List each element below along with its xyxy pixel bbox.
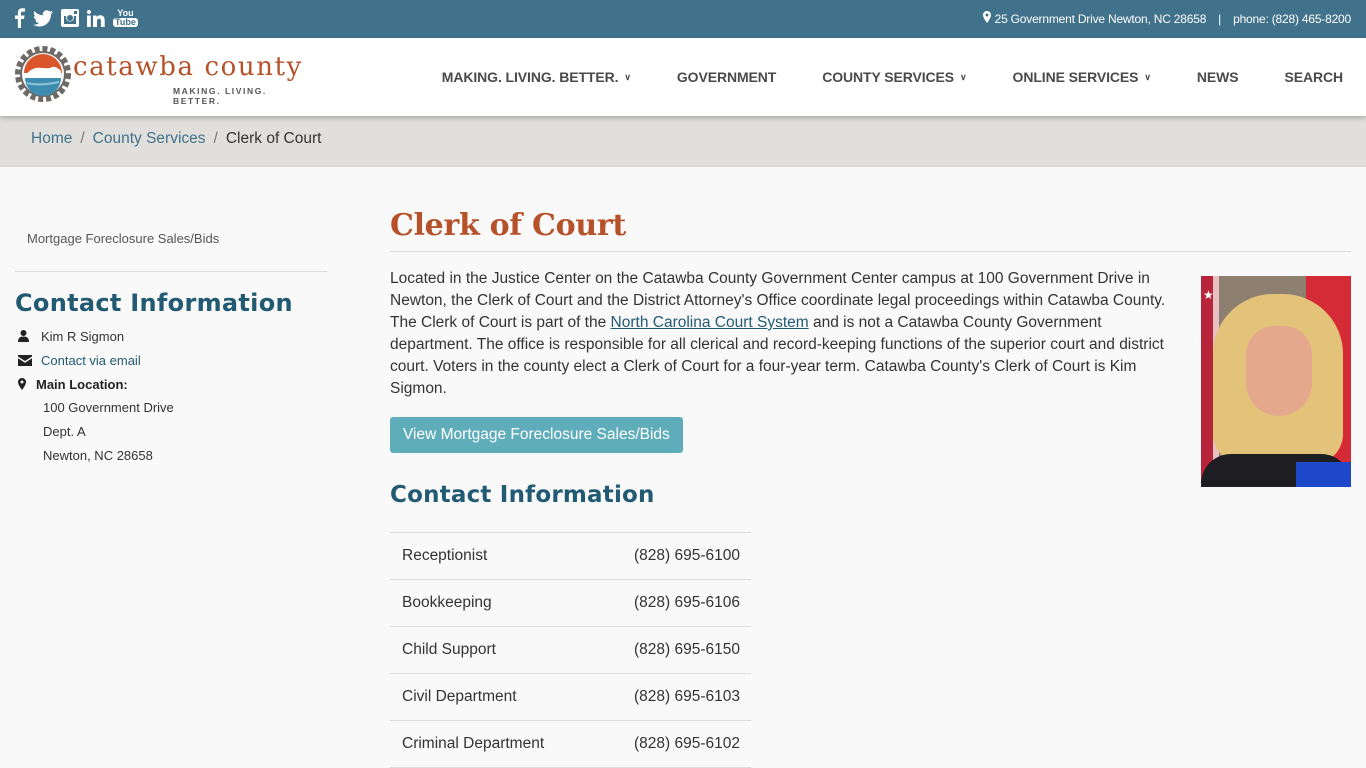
intro-paragraph: ★ Located in the Justice Center on the C… xyxy=(390,268,1351,487)
separator: | xyxy=(1218,11,1222,26)
logo-wordmark: catawba county xyxy=(73,52,303,82)
location-label: Main Location: xyxy=(36,376,128,392)
youtube-icon[interactable]: You Tube xyxy=(113,7,138,29)
dept-name: Criminal Department xyxy=(390,720,594,768)
breadcrumb-separator: / xyxy=(213,130,218,147)
nav-online-services[interactable]: ONLINE SERVICES ∨ xyxy=(990,69,1174,85)
chevron-down-icon: ∨ xyxy=(1144,71,1151,82)
main-nav: MAKING. LIVING. BETTER. ∨ GOVERNMENT COU… xyxy=(419,38,1366,116)
breadcrumb-bar: Home / County Services / Clerk of Court xyxy=(0,116,1366,167)
social-links: You Tube xyxy=(14,7,138,29)
site-logo[interactable]: catawba county MAKING. LIVING. BETTER. xyxy=(15,46,310,106)
contact-email-item: Contact via email xyxy=(15,348,327,372)
address-line: Dept. A xyxy=(43,424,86,439)
dept-phone[interactable]: (828) 695-6106 xyxy=(593,579,751,627)
facebook-icon[interactable] xyxy=(14,7,25,29)
twitter-icon[interactable] xyxy=(33,7,53,29)
linkedin-icon[interactable] xyxy=(87,7,105,29)
table-row: Civil Department (828) 695-6103 xyxy=(390,673,751,721)
table-row: Child Support (828) 695-6150 xyxy=(390,626,751,674)
breadcrumb: Home / County Services / Clerk of Court xyxy=(31,130,321,148)
dept-phone[interactable]: (828) 695-6100 xyxy=(593,532,751,580)
contact-strip: 25 Government Drive Newton, NC 28658 | p… xyxy=(982,11,1351,26)
logo-tagline: MAKING. LIVING. BETTER. xyxy=(173,86,267,106)
envelope-icon xyxy=(15,354,41,366)
dept-phone[interactable]: (828) 695-6102 xyxy=(593,720,751,768)
chevron-down-icon: ∨ xyxy=(624,71,631,82)
table-row: Criminal Department (828) 695-6102 xyxy=(390,720,751,768)
table-row: Bookkeeping (828) 695-6106 xyxy=(390,579,751,627)
address-line: Newton, NC 28658 xyxy=(43,448,153,463)
table-row: Receptionist (828) 695-6100 xyxy=(390,532,751,580)
dept-name: Civil Department xyxy=(390,673,594,721)
logo-gear-icon xyxy=(15,46,71,102)
sidebar-contact-heading: Contact Information xyxy=(15,289,293,317)
breadcrumb-home[interactable]: Home xyxy=(31,130,72,148)
sidebar-link-mortgage-foreclosure[interactable]: Mortgage Foreclosure Sales/Bids xyxy=(15,231,327,246)
view-foreclosure-sales-button[interactable]: View Mortgage Foreclosure Sales/Bids xyxy=(390,417,683,453)
page-title: Clerk of Court xyxy=(390,208,626,243)
contact-table: Receptionist (828) 695-6100 Bookkeeping … xyxy=(390,532,751,768)
contact-name: Kim R Sigmon xyxy=(41,328,125,344)
top-address: 25 Government Drive Newton, NC 28658 xyxy=(994,11,1207,26)
dept-phone[interactable]: (828) 695-6103 xyxy=(593,673,751,721)
contact-email-link[interactable]: Contact via email xyxy=(41,353,141,368)
instagram-icon[interactable] xyxy=(61,7,79,29)
nav-news[interactable]: NEWS xyxy=(1174,69,1262,85)
flag-star-icon: ★ xyxy=(1203,288,1214,302)
map-marker-icon xyxy=(982,11,991,26)
breadcrumb-current: Clerk of Court xyxy=(225,130,322,147)
nav-government[interactable]: GOVERNMENT xyxy=(654,69,799,85)
dept-name: Receptionist xyxy=(390,532,594,580)
breadcrumb-county-services[interactable]: County Services xyxy=(93,130,206,148)
dept-name: Child Support xyxy=(390,626,594,674)
main-content: Clerk of Court ★ Located in the Justice … xyxy=(390,200,1351,768)
dept-phone[interactable]: (828) 695-6150 xyxy=(593,626,751,674)
top-phone[interactable]: phone: (828) 465-8200 xyxy=(1233,12,1351,26)
address-line: 100 Government Drive xyxy=(43,400,174,415)
breadcrumb-separator: / xyxy=(80,130,85,147)
nav-county-services[interactable]: COUNTY SERVICES ∨ xyxy=(799,69,989,85)
user-icon xyxy=(15,330,41,342)
title-divider xyxy=(390,251,1351,252)
sidebar: Mortgage Foreclosure Sales/Bids Contact … xyxy=(15,220,327,468)
nc-court-system-link[interactable]: North Carolina Court System xyxy=(611,314,809,331)
nav-making-living-better[interactable]: MAKING. LIVING. BETTER. ∨ xyxy=(419,69,654,85)
dept-name: Bookkeeping xyxy=(390,579,594,627)
top-bar: You Tube 25 Government Drive Newton, NC … xyxy=(0,0,1366,38)
site-header: catawba county MAKING. LIVING. BETTER. M… xyxy=(0,38,1366,116)
clerk-photo: ★ xyxy=(1201,276,1351,487)
sidebar-address: 100 Government Drive Dept. A Newton, NC … xyxy=(15,396,327,468)
chevron-down-icon: ∨ xyxy=(960,71,967,82)
contact-location-item: Main Location: xyxy=(15,372,327,396)
nav-search[interactable]: SEARCH xyxy=(1261,69,1366,85)
contact-name-item: Kim R Sigmon xyxy=(15,324,327,348)
sidebar-divider xyxy=(15,271,327,272)
sidebar-contact-list: Kim R Sigmon Contact via email Main Loca… xyxy=(15,324,327,396)
